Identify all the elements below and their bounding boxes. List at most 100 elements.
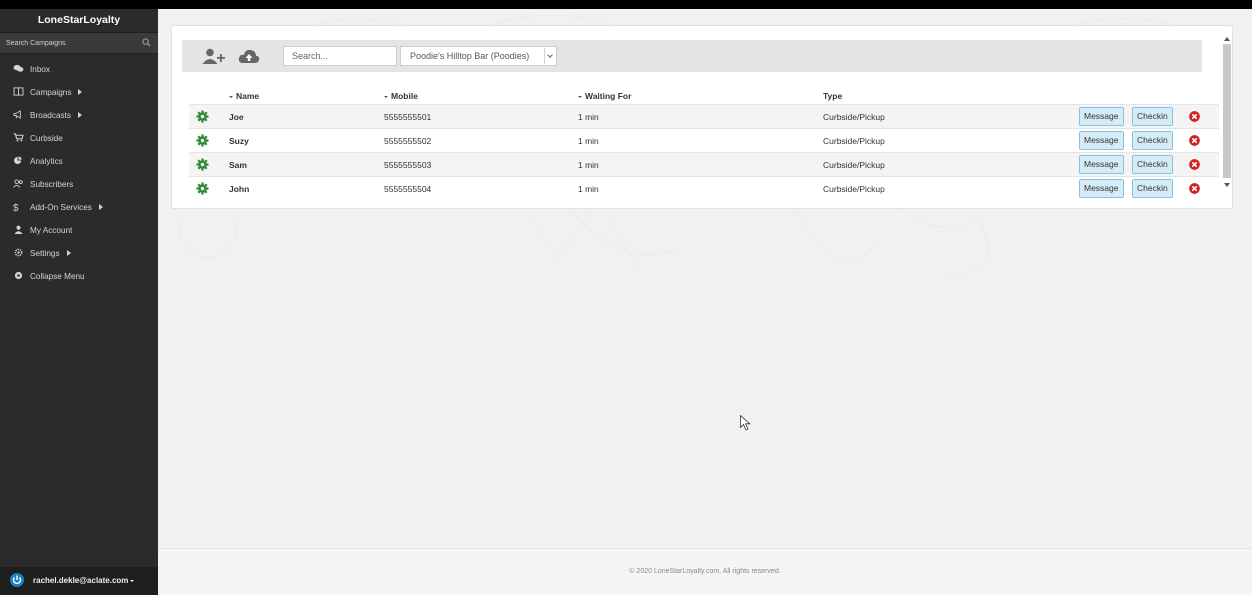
sidebar-item-label: Broadcasts [30,111,71,120]
checkin-cell: Checkin [1132,104,1189,129]
message-cell: Message [1079,104,1132,129]
row-waiting-for: 1 min [578,176,823,200]
location-select-value: Poodie's Hilltop Bar (Poodies) [410,51,530,61]
column-header-mobile[interactable]: Mobile [384,88,578,105]
caret-right-icon [98,204,103,210]
curbside-queue-panel: Poodie's Hilltop Bar (Poodies) Name M [171,25,1233,209]
message-button[interactable]: Message [1079,107,1124,126]
sidebar-item-label: Analytics [30,157,63,166]
gear-cell [189,152,229,177]
column-header-waiting-for[interactable]: Waiting For [578,88,823,105]
sidebar-item-label: Settings [30,249,60,258]
remove-cell [1189,104,1219,129]
main-content: Poodie's Hilltop Bar (Poodies) Name M [158,9,1252,595]
panel-scrollbar[interactable] [1223,36,1231,188]
pie-chart-icon [14,156,22,165]
header-spacer [1189,88,1219,105]
page-footer: © 2020 LoneStarLoyalty.com, All rights r… [158,548,1252,595]
caret-right-icon [77,112,82,118]
chevron-down-icon[interactable] [544,48,556,64]
scroll-down-arrow[interactable] [1224,183,1230,187]
scrollbar-thumb[interactable] [1223,44,1231,178]
table-header-row: Name Mobile Waiting For Type [189,88,1219,105]
queue-search-input[interactable] [283,46,397,66]
remove-cell [1189,176,1219,200]
sidebar-item-inbox[interactable]: Inbox [0,58,158,81]
checkin-button[interactable]: Checkin [1132,107,1173,126]
remove-icon[interactable] [1189,159,1200,170]
cart-icon [13,133,24,142]
message-button[interactable]: Message [1079,179,1124,198]
header-spacer [189,88,229,105]
scroll-up-arrow[interactable] [1224,37,1230,41]
location-select[interactable]: Poodie's Hilltop Bar (Poodies) [400,46,557,66]
sidebar-item-collapse-menu[interactable]: Collapse Menu [0,265,158,288]
sidebar: LoneStarLoyalty Inbox Campaigns [0,9,158,595]
message-cell: Message [1079,128,1132,153]
remove-cell [1189,152,1219,177]
remove-icon[interactable] [1189,135,1200,146]
row-name: Joe [229,104,384,129]
user-icon [14,225,23,234]
columns-icon [13,87,24,96]
copyright-text: © 2020 LoneStarLoyalty.com, All rights r… [629,568,781,575]
column-header-label: Mobile [391,91,418,101]
message-button[interactable]: Message [1079,131,1124,150]
search-icon[interactable] [142,38,151,47]
campaign-search-input[interactable] [0,33,125,53]
sidebar-item-add-on-services[interactable]: $ Add-On Services [0,196,158,219]
app-window: LoneStarLoyalty Inbox Campaigns [0,9,1252,595]
checkin-button[interactable]: Checkin [1132,155,1173,174]
sidebar-item-analytics[interactable]: Analytics [0,150,158,173]
mouse-cursor-icon [740,415,751,431]
user-menu[interactable]: rachel.dekle@aclate.com [0,567,158,595]
gear-cell [189,104,229,129]
sidebar-item-broadcasts[interactable]: Broadcasts [0,104,158,127]
checkin-button[interactable]: Checkin [1132,131,1173,150]
sidebar-item-my-account[interactable]: My Account [0,219,158,242]
sidebar-search [0,32,158,54]
gear-icon[interactable] [196,158,209,171]
gear-icon[interactable] [196,110,209,123]
gear-icon[interactable] [196,182,209,195]
gear-icon[interactable] [196,134,209,147]
brand-logo: LoneStarLoyalty [37,14,121,26]
row-mobile: 5555555504 [384,176,578,200]
power-icon[interactable] [10,573,24,587]
caret-right-icon [66,250,71,256]
queue-toolbar: Poodie's Hilltop Bar (Poodies) [182,40,1202,72]
remove-icon[interactable] [1189,183,1200,194]
column-header-name[interactable]: Name [229,88,384,105]
row-type: Curbside/Pickup [823,128,1079,153]
add-user-icon[interactable] [202,48,226,64]
row-waiting-for: 1 min [578,128,823,153]
checkin-cell: Checkin [1132,152,1189,177]
sidebar-item-curbside[interactable]: Curbside [0,127,158,150]
column-header-type: Type [823,88,1079,105]
checkin-cell: Checkin [1132,176,1189,200]
row-waiting-for: 1 min [578,104,823,129]
checkin-button[interactable]: Checkin [1132,179,1173,198]
sidebar-item-campaigns[interactable]: Campaigns [0,81,158,104]
header-spacer [1079,88,1132,105]
sidebar-nav: Inbox Campaigns Broadcasts Curbside Anal… [0,58,158,288]
user-email: rachel.dekle@aclate.com [33,576,129,585]
message-cell: Message [1079,176,1132,200]
checkin-cell: Checkin [1132,128,1189,153]
row-name: Sam [229,152,384,177]
cloud-upload-icon[interactable] [238,48,260,64]
message-button[interactable]: Message [1079,155,1124,174]
header-spacer [1132,88,1189,105]
sidebar-item-settings[interactable]: Settings [0,242,158,265]
sidebar-item-label: Subscribers [30,180,74,189]
sidebar-item-label: Curbside [30,134,63,143]
dollar-icon: $ [13,203,19,214]
megaphone-icon [13,110,21,119]
message-cell: Message [1079,152,1132,177]
column-header-label: Waiting For [585,91,632,101]
sidebar-item-subscribers[interactable]: Subscribers [0,173,158,196]
sidebar-item-label: Campaigns [30,88,72,97]
column-header-label: Type [823,91,843,101]
remove-icon[interactable] [1189,111,1200,122]
circle-icon [14,271,23,280]
